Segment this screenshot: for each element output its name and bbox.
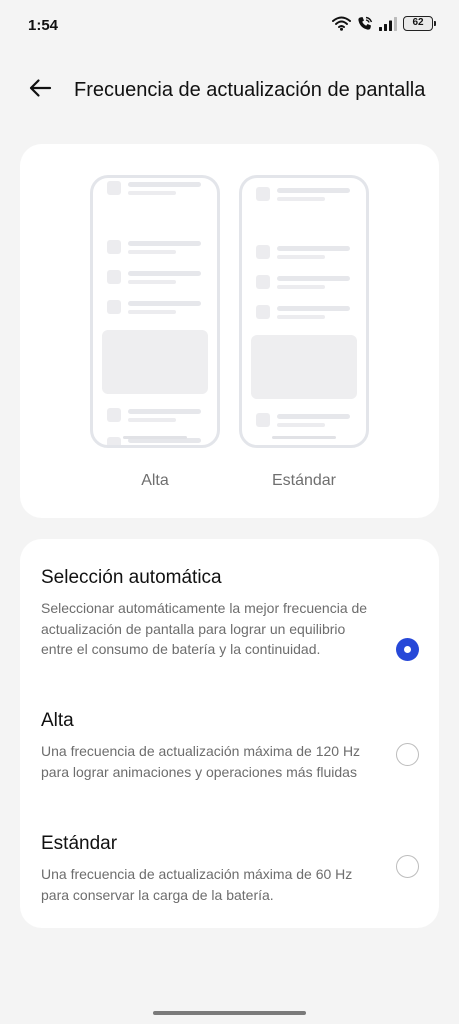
option-alta[interactable]: Alta Una frecuencia de actualización máx… bbox=[20, 710, 439, 802]
preview-list-item bbox=[256, 413, 356, 429]
phone-preview-estandar bbox=[239, 175, 369, 448]
preview-list-item bbox=[256, 187, 356, 203]
wifi-calling-icon bbox=[357, 16, 373, 31]
options-card: Selección automática Seleccionar automát… bbox=[20, 539, 439, 928]
preview-label-alta: Alta bbox=[141, 472, 169, 489]
option-description: Una frecuencia de actualización máxima d… bbox=[41, 743, 361, 780]
radio-button-selected[interactable] bbox=[396, 638, 419, 661]
preview-content-block bbox=[251, 335, 357, 399]
header: Frecuencia de actualización de pantalla bbox=[0, 70, 459, 110]
back-button[interactable] bbox=[22, 74, 58, 106]
preview-list-item bbox=[107, 270, 207, 286]
preview-list-item bbox=[107, 300, 207, 316]
signal-icon bbox=[379, 16, 397, 31]
radio-button[interactable] bbox=[396, 855, 419, 878]
option-seleccion-automatica[interactable]: Selección automática Seleccionar automát… bbox=[20, 567, 439, 683]
option-title: Estándar bbox=[41, 833, 118, 854]
battery-icon: 62 bbox=[403, 16, 436, 31]
status-time: 1:54 bbox=[28, 17, 59, 34]
arrow-left-icon bbox=[28, 78, 52, 103]
preview-list-item bbox=[256, 275, 356, 291]
preview-list-item bbox=[107, 181, 207, 197]
preview-content-block bbox=[102, 330, 208, 394]
preview-home-bar bbox=[123, 436, 187, 439]
status-icons: 62 bbox=[332, 16, 436, 31]
preview-list-item bbox=[256, 305, 356, 321]
option-description: Una frecuencia de actualización máxima d… bbox=[41, 866, 353, 903]
preview-list-item bbox=[107, 240, 207, 256]
preview-list-item bbox=[256, 245, 356, 261]
option-title: Selección automática bbox=[41, 567, 222, 588]
radio-button[interactable] bbox=[396, 743, 419, 766]
preview-list-item bbox=[107, 408, 207, 424]
preview-card: Alta Estándar bbox=[20, 144, 439, 518]
option-description: Seleccionar automáticamente la mejor fre… bbox=[41, 600, 368, 657]
wifi-icon bbox=[332, 16, 351, 31]
home-indicator[interactable] bbox=[153, 1011, 306, 1015]
status-bar: 1:54 62 bbox=[0, 0, 459, 52]
preview-home-bar bbox=[272, 436, 336, 439]
preview-label-estandar: Estándar bbox=[271, 472, 337, 489]
page-title: Frecuencia de actualización de pantalla bbox=[74, 79, 426, 101]
option-estandar[interactable]: Estándar Una frecuencia de actualización… bbox=[20, 833, 439, 905]
phone-preview-alta bbox=[90, 175, 220, 448]
option-title: Alta bbox=[41, 710, 74, 731]
